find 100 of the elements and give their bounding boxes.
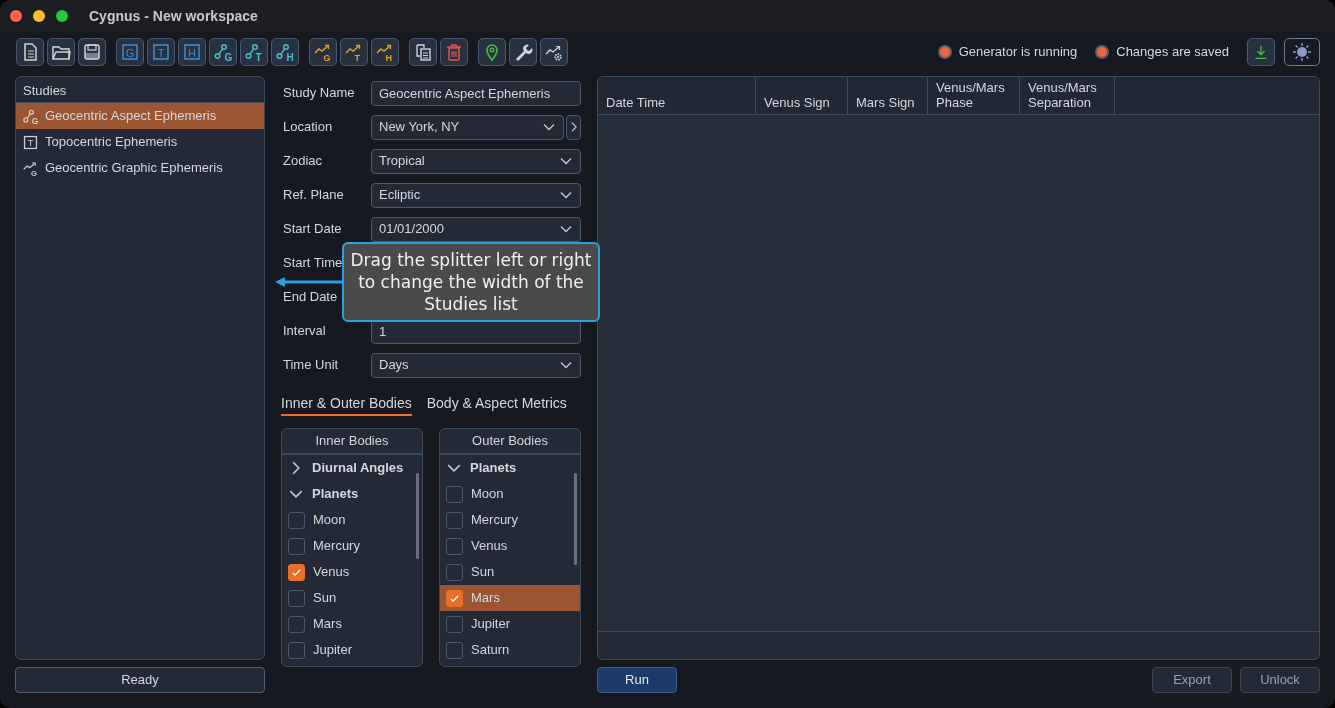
study-item[interactable]: T Topocentric Ephemeris [16,129,264,155]
dropdown[interactable]: Tropical [371,148,581,174]
list-item[interactable]: Sun [282,585,422,611]
tree-group[interactable]: Planets [440,455,580,481]
checkbox[interactable] [288,589,305,607]
study-item[interactable]: G Geocentric Graphic Ephemeris [16,155,264,181]
save-icon [82,42,102,62]
run-button[interactable]: Run [597,667,677,693]
close-button[interactable] [10,10,22,22]
item-label: Mercury [313,537,360,556]
field-label: Start Date [282,220,343,239]
save-button[interactable] [78,38,106,66]
checkbox[interactable] [288,537,305,555]
item-label: Sun [471,563,495,582]
item-label: Moon [471,485,504,504]
item-label: Mars [471,589,500,608]
status-button[interactable]: Ready [15,667,265,693]
status-label: Generator is running [958,43,1078,62]
checkbox[interactable] [446,537,463,555]
dropdown-value: 01/01/2000 [379,220,445,239]
dropdown[interactable]: 01/01/2000 [371,216,581,242]
dropdown[interactable]: New York, NY [371,114,564,140]
field-label: Zodiac [282,152,324,171]
item-label: Jupiter [471,615,511,634]
delete-button[interactable] [440,38,468,66]
tab[interactable]: Inner & Outer Bodies [281,392,412,416]
download-button[interactable] [1247,38,1275,66]
minimize-button[interactable] [33,10,45,22]
sun-icon [1292,42,1312,62]
new-file-button[interactable] [16,38,44,66]
checkbox[interactable] [288,641,305,659]
list-item[interactable]: Moon [282,507,422,533]
settings-button[interactable] [509,38,537,66]
item-label: Moon [313,511,346,530]
list-item[interactable]: Venus [440,533,580,559]
column-header: Venus/Mars Separation [1020,77,1115,114]
field-label: Study Name [282,84,356,103]
checkbox[interactable] [446,589,463,607]
checkbox[interactable] [446,511,463,529]
field-label: Interval [282,322,327,341]
field-label: Time Unit [282,356,340,375]
location-button[interactable] [478,38,506,66]
item-label: Sun [313,589,337,608]
list-item[interactable]: Jupiter [282,637,422,663]
dropdown-value: Ecliptic [379,186,421,205]
field-label: Location [282,118,334,137]
window-title: Cygnus - New workspace [89,6,258,26]
list-item[interactable]: Jupiter [440,611,580,637]
column-header: Date Time [598,77,756,114]
text-field[interactable]: Geocentric Aspect Ephemeris [371,80,581,106]
list-item[interactable]: Venus [282,559,422,585]
column-header: Venus Sign [756,77,848,114]
checkbox[interactable] [288,615,305,633]
dropdown-value: Days [379,356,409,375]
list-header: Outer Bodies [440,429,580,455]
open-button[interactable] [47,38,75,66]
checkbox[interactable] [288,511,305,529]
list-item[interactable]: Sun [440,559,580,585]
group-label: Diurnal Angles [312,459,404,478]
list-item[interactable]: Moon [440,481,580,507]
checkbox[interactable] [446,563,463,581]
item-label: Saturn [471,641,510,660]
action-button[interactable]: Export [1152,667,1232,693]
list-item[interactable]: Mercury [282,533,422,559]
tooltip: Drag the splitter left or right to change the width of the Studies list [342,242,600,322]
dropdown-value: New York, NY [379,118,460,137]
chart-settings-button[interactable] [540,38,568,66]
dropdown[interactable]: Ecliptic [371,182,581,208]
pointer-arrow [275,277,343,287]
list-item[interactable]: Saturn [440,637,580,663]
field-label: End Date [282,288,339,307]
list-item[interactable]: Mars [282,611,422,637]
checkbox[interactable] [446,641,463,659]
boxed-letter-icon: T [22,133,39,151]
group-label: Planets [470,459,517,478]
study-item[interactable]: G Geocentric Aspect Ephemeris [16,103,264,129]
tree-group[interactable]: Planets [282,481,422,507]
column-header: Venus/Mars Phase [928,77,1020,114]
tab[interactable]: Body & Aspect Metrics [426,392,567,416]
maximize-button[interactable] [56,10,68,22]
item-label: Jupiter [313,641,353,660]
checkbox[interactable] [446,485,463,503]
list-item[interactable]: Diurnal Angles [282,455,422,481]
status-label: Changes are saved [1116,43,1229,62]
copy-button[interactable] [409,38,437,66]
column-header: Mars Sign [848,77,928,114]
field-label: Ref. Plane [282,186,345,205]
list-item[interactable]: Mercury [440,507,580,533]
copy-icon [413,42,433,62]
checkbox[interactable] [446,615,463,633]
action-button[interactable]: Unlock [1240,667,1320,693]
item-label: Venus [313,563,350,582]
list-item[interactable]: Mars [440,585,580,611]
next-button[interactable] [566,114,581,140]
dropdown[interactable]: Days [371,352,581,378]
dropdown-value: Tropical [379,152,425,171]
checkbox[interactable] [288,563,305,581]
theme-button[interactable] [1284,38,1320,66]
trash-icon [444,42,464,62]
item-label: Mars [313,615,342,634]
